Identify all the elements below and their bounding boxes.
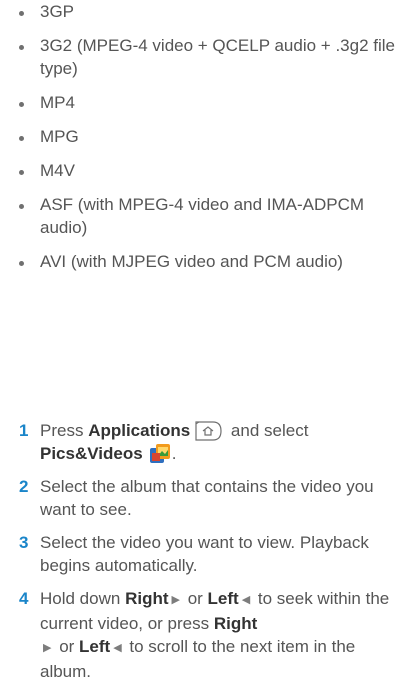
step-text: or [182, 589, 208, 608]
step-4: 4 Hold down Right ▶ or Left ◀ to seek with… [19, 587, 409, 683]
right-arrow-icon: ▶ [43, 642, 52, 654]
format-item: MP4 [19, 91, 404, 114]
step-text: or [54, 637, 80, 656]
step-number: 3 [19, 533, 29, 552]
format-item: 3GP [19, 0, 404, 23]
format-item: M4V [19, 159, 404, 182]
format-item: ASF (with MPEG-4 video and IMA-ADPCM aud… [19, 193, 404, 239]
step-2: 2 Select the album that contains the vid… [19, 475, 409, 521]
left-arrow-icon: ◀ [113, 642, 122, 654]
right-label: Right [125, 589, 169, 608]
step-text: and select [226, 421, 309, 440]
supported-formats-list: 3GP 3G2 (MPEG-4 video + QCELP audio + .3… [19, 0, 404, 273]
step-text: . [171, 444, 177, 463]
applications-label: Applications [88, 421, 191, 440]
applications-key-icon [195, 421, 222, 441]
step-text: Select the video you want to view. Playb… [40, 533, 369, 575]
step-text: Hold down [40, 589, 126, 608]
left-label: Left [207, 589, 239, 608]
step-number: 1 [19, 421, 29, 440]
step-3: 3 Select the video you want to view. Pla… [19, 531, 409, 577]
step-number: 2 [19, 477, 29, 496]
left-label: Left [79, 637, 111, 656]
step-text: Select the album that contains the video… [40, 477, 374, 519]
right-label: Right [213, 614, 258, 633]
step-number: 4 [19, 589, 29, 608]
step-text: Press [40, 421, 89, 440]
format-item: 3G2 (MPEG-4 video + QCELP audio + .3g2 f… [19, 34, 404, 80]
pics-videos-icon [149, 444, 170, 463]
format-item: AVI (with MJPEG video and PCM audio) [19, 250, 404, 273]
format-item: MPG [19, 125, 404, 148]
right-arrow-icon: ▶ [171, 594, 180, 606]
step-1: 1 Press Applications and select Pics&Vid… [19, 419, 409, 465]
instruction-steps: 1 Press Applications and select Pics&Vid… [19, 419, 409, 683]
pics-videos-label: Pics&Videos [40, 444, 143, 463]
left-arrow-icon: ◀ [241, 594, 251, 606]
